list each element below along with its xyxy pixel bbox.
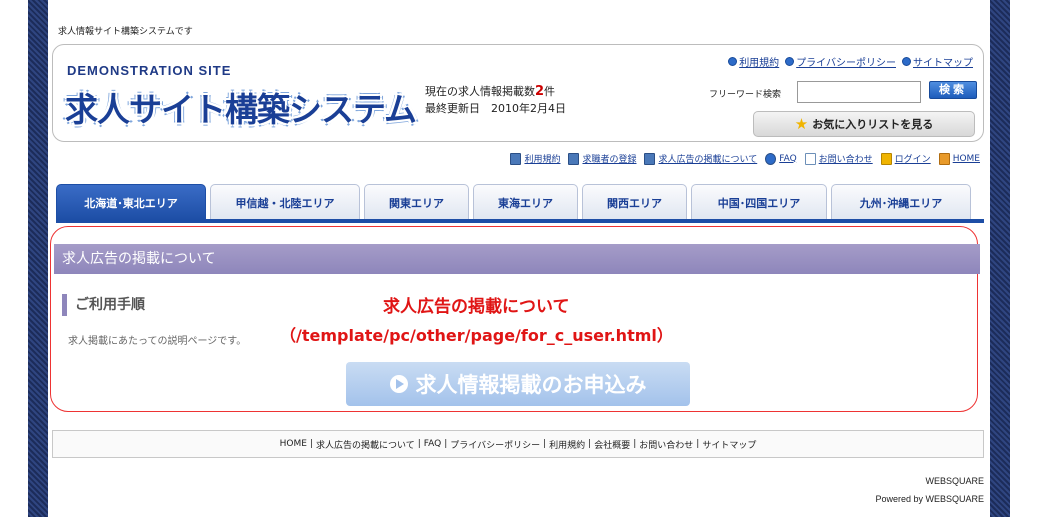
- search-label: フリーワード検索: [709, 90, 782, 100]
- job-count-suffix: 件: [544, 85, 556, 98]
- footer-link-company[interactable]: 会社概要: [594, 438, 630, 451]
- top-link-privacy[interactable]: プライバシーポリシー: [785, 54, 896, 69]
- separator: |: [309, 439, 313, 449]
- play-icon: [389, 375, 408, 393]
- job-count-info: 現在の求人情報掲載数2件 最終更新日 2010年2月4日: [425, 83, 566, 117]
- footer-link-home[interactable]: HOME: [280, 439, 307, 449]
- footer-link-terms[interactable]: 利用規約: [549, 438, 585, 451]
- util-link-login[interactable]: ログイン: [880, 152, 931, 165]
- star-icon: ★: [794, 115, 809, 133]
- tab-tokai[interactable]: 東海エリア: [473, 184, 578, 220]
- description-text: 求人掲載にあたっての説明ページです。: [68, 336, 247, 347]
- credit-line-1: WEBSQUARE: [925, 476, 984, 486]
- tab-koshinetsu-hokuriku[interactable]: 甲信越・北陸エリア: [210, 184, 360, 220]
- search-input[interactable]: [797, 81, 921, 103]
- top-links: 利用規約 プライバシーポリシー サイトマップ: [728, 54, 973, 69]
- credit-line-2: Powered by WEBSQUARE: [875, 494, 984, 504]
- tab-chugoku-shikoku[interactable]: 中国･四国エリア: [691, 184, 827, 220]
- tab-kanto[interactable]: 関東エリア: [364, 184, 469, 220]
- footer-link-faq[interactable]: FAQ: [424, 439, 441, 449]
- utility-nav: 利用規約 求職者の登録 求人広告の掲載について FAQ お問い合わせ ログイン …: [510, 152, 980, 165]
- home-icon: [938, 152, 950, 165]
- computer-icon: [568, 152, 580, 165]
- document-icon: [644, 152, 656, 165]
- help-icon: [765, 152, 777, 165]
- site-logo[interactable]: 求人サイト構築システム: [65, 83, 417, 131]
- credits: WEBSQUARE Powered by WEBSQUARE: [875, 472, 984, 508]
- separator: |: [417, 439, 421, 449]
- footer-link-privacy[interactable]: プライバシーポリシー: [450, 438, 540, 451]
- top-link-terms[interactable]: 利用規約: [728, 54, 779, 69]
- tab-hokkaido-tohoku[interactable]: 北海道･東北エリア: [56, 184, 206, 220]
- footer-link-contact[interactable]: お問い合わせ: [639, 438, 693, 451]
- separator: |: [633, 439, 637, 449]
- demo-label: DEMONSTRATION SITE: [67, 63, 232, 78]
- tab-underline: [56, 219, 984, 223]
- tab-kansai[interactable]: 関西エリア: [582, 184, 687, 220]
- util-link-home[interactable]: HOME: [938, 152, 980, 165]
- separator: |: [696, 439, 700, 449]
- util-link-faq[interactable]: FAQ: [765, 152, 797, 165]
- sub-heading: ご利用手順: [62, 294, 145, 316]
- search-button[interactable]: 検索: [929, 81, 977, 99]
- util-link-contact[interactable]: お問い合わせ: [804, 152, 873, 165]
- footer-links: HOME | 求人広告の掲載について | FAQ | プライバシーポリシー | 利用規約…: [52, 430, 984, 458]
- site-tagline: 求人情報サイト構築システムです: [58, 27, 193, 37]
- left-border-stripe: [28, 0, 48, 517]
- separator: |: [543, 439, 547, 449]
- right-border-stripe: [990, 0, 1010, 517]
- footer-link-sitemap[interactable]: サイトマップ: [702, 438, 756, 451]
- bullet-icon: [902, 57, 911, 66]
- document-icon: [510, 152, 522, 165]
- util-link-register[interactable]: 求職者の登録: [568, 152, 636, 165]
- section-title: 求人広告の掲載について: [54, 244, 980, 274]
- overlay-annotation-title: 求人広告の掲載について: [383, 297, 570, 317]
- util-link-terms[interactable]: 利用規約: [510, 152, 560, 165]
- favorites-button[interactable]: ★ お気に入りリストを見る: [753, 111, 975, 137]
- top-link-sitemap[interactable]: サイトマップ: [902, 54, 973, 69]
- tab-kyushu-okinawa[interactable]: 九州･沖縄エリア: [831, 184, 971, 220]
- overlay-annotation-path: （/template/pc/other/page/for_c_user.html…: [280, 326, 673, 345]
- bullet-icon: [785, 57, 795, 66]
- separator: |: [588, 439, 592, 449]
- area-tabs: 北海道･東北エリア 甲信越・北陸エリア 関東エリア 東海エリア 関西エリア 中国…: [56, 184, 971, 220]
- lock-icon: [880, 152, 892, 165]
- page: 求人情報サイト構築システムです DEMONSTRATION SITE 求人サイト…: [48, 0, 990, 517]
- footer-link-ad-info[interactable]: 求人広告の掲載について: [316, 438, 415, 451]
- bullet-icon: [728, 57, 738, 66]
- separator: |: [444, 439, 448, 449]
- job-count-number: 2: [535, 84, 545, 99]
- mail-icon: [804, 152, 816, 165]
- apply-listing-button[interactable]: 求人情報掲載のお申込み: [346, 362, 690, 406]
- last-updated: 最終更新日 2010年2月4日: [425, 102, 566, 115]
- header: DEMONSTRATION SITE 求人サイト構築システム 現在の求人情報掲載…: [52, 44, 984, 142]
- util-link-ad-info[interactable]: 求人広告の掲載について: [644, 152, 757, 165]
- job-count-prefix: 現在の求人情報掲載数: [425, 85, 535, 98]
